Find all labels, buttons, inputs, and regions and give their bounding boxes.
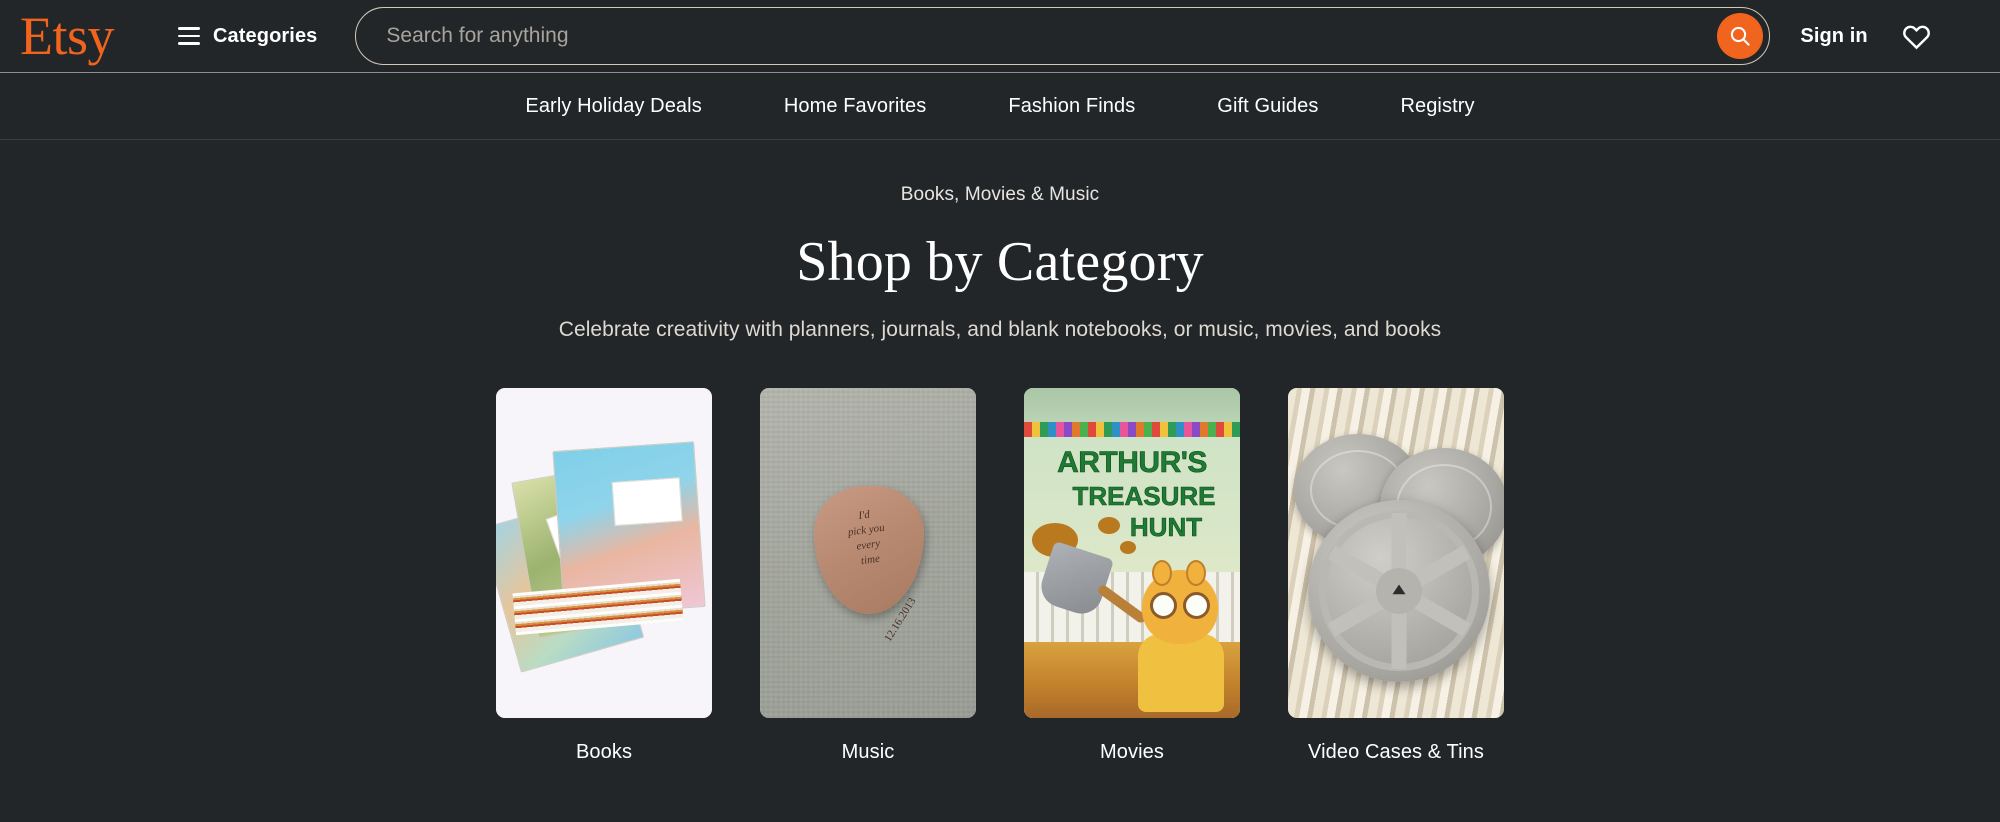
heart-icon [1902,25,1930,49]
category-card-grid: Books I'd pick you every time 12.16.2013 [0,388,2000,764]
film-reel [1308,500,1490,682]
music-illustration: I'd pick you every time 12.16.2013 [760,388,976,718]
search-bar [355,7,1771,65]
search-submit-button[interactable] [1717,13,1764,59]
vhs-title-line-1: ARTHUR'S [1057,446,1208,479]
hamburger-icon [178,27,201,45]
guitar-pick-graphic: I'd pick you every time 12.16.2013 [814,486,924,644]
site-header: Etsy Categories Sign in [0,0,2000,73]
category-card-movies[interactable]: ARTHUR'S TREASURE HUNT Movies [1024,388,1240,764]
category-label-music: Music [841,741,895,763]
nav-item-fashion-finds[interactable]: Fashion Finds [967,95,1176,118]
category-image-video-cases-and-tins [1288,388,1504,718]
film-reel-illustration [1288,388,1504,718]
secondary-nav: Early Holiday Deals Home Favorites Fashi… [0,73,2000,140]
nav-item-gift-guides[interactable]: Gift Guides [1176,95,1359,118]
category-card-books[interactable]: Books [496,388,712,764]
category-image-books [496,388,712,718]
search-input[interactable] [355,7,1771,65]
favorites-button[interactable] [1902,23,1931,50]
nav-item-early-holiday-deals[interactable]: Early Holiday Deals [484,95,742,118]
category-label-video-cases-and-tins: Video Cases & Tins [1308,741,1484,763]
arthur-head [1142,560,1218,644]
category-image-music: I'd pick you every time 12.16.2013 [760,388,976,718]
sign-in-button[interactable]: Sign in [1800,25,1867,48]
search-icon [1731,26,1751,46]
etsy-logo[interactable]: Etsy [14,9,122,63]
arthur-body [1138,634,1224,712]
movies-illustration: ARTHUR'S TREASURE HUNT [1024,388,1240,718]
header-actions: Sign in [1800,23,1930,50]
vhs-title-line-3: HUNT [1129,512,1203,542]
vhs-title-line-2: TREASURE [1072,481,1216,511]
nav-item-registry[interactable]: Registry [1359,95,1515,118]
categories-label: Categories [213,24,318,47]
category-label-movies: Movies [1100,741,1164,763]
breadcrumb: Books, Movies & Music [900,184,1100,205]
page-subtitle: Celebrate creativity with planners, jour… [558,318,1442,341]
page-title: Shop by Category [796,231,1204,293]
category-label-books: Books [575,741,633,763]
vhs-cover-title: ARTHUR'S TREASURE HUNT [1024,446,1240,542]
category-card-video-cases-and-tins[interactable]: Video Cases & Tins [1288,388,1504,764]
main-content: Books, Movies & Music Shop by Category C… [0,140,2000,764]
nav-item-home-favorites[interactable]: Home Favorites [743,95,968,118]
category-card-music[interactable]: I'd pick you every time 12.16.2013 Music [760,388,976,764]
category-image-movies: ARTHUR'S TREASURE HUNT [1024,388,1240,718]
books-illustration [496,388,712,718]
categories-button[interactable]: Categories [178,25,317,48]
vhs-color-strip [1024,422,1240,437]
